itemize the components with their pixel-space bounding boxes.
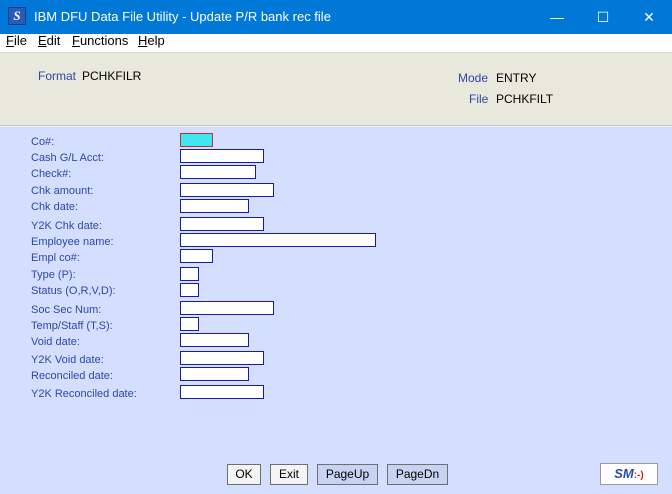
field-label-type: Type (P): (31, 269, 76, 281)
field-label-chk-amount: Chk amount: (31, 185, 94, 197)
cash-gl-acct-field[interactable] (180, 149, 264, 163)
status-field[interactable] (180, 283, 199, 297)
field-label-y2k-reconciled-date: Y2K Reconciled date: (31, 388, 137, 400)
field-label-reconciled-date: Reconciled date: (31, 370, 113, 382)
field-label-check-number: Check#: (31, 168, 72, 180)
y2k-void-date-field[interactable] (180, 351, 264, 365)
field-label-y2k-void-date: Y2K Void date: (31, 354, 104, 366)
field-label-chk-date: Chk date: (31, 201, 79, 213)
temp-staff-field[interactable] (180, 317, 199, 331)
menu-functions[interactable]: Functions (72, 34, 128, 48)
co-number-field[interactable] (180, 133, 213, 147)
format-value: PCHKFILR (82, 69, 142, 83)
minimize-icon: — (550, 9, 564, 25)
y2k-reconciled-date-field[interactable] (180, 385, 264, 399)
empl-co-field[interactable] (180, 249, 213, 263)
field-label-void-date: Void date: (31, 336, 80, 348)
ok-button[interactable]: OK (227, 464, 261, 485)
type-field[interactable] (180, 267, 199, 281)
field-label-employee-name: Employee name: (31, 236, 114, 248)
record-form: Co#: Cash G/L Acct: Check#: Chk amount: … (0, 127, 672, 439)
maximize-icon: ☐ (596, 9, 610, 25)
employee-name-field[interactable] (180, 233, 376, 247)
field-label-y2k-chk-date: Y2K Chk date: (31, 220, 102, 232)
void-date-field[interactable] (180, 333, 249, 347)
format-header-panel: Format PCHKFILR Mode ENTRY File PCHKFILT (0, 53, 672, 126)
menu-help[interactable]: Help (138, 34, 165, 48)
file-label: File (469, 92, 489, 106)
sm-logo-text: SM (614, 466, 634, 481)
exit-button[interactable]: Exit (270, 464, 308, 485)
reconciled-date-field[interactable] (180, 367, 249, 381)
title-bar: S IBM DFU Data File Utility - Update P/R… (0, 0, 672, 34)
soc-sec-num-field[interactable] (180, 301, 274, 315)
minimize-button[interactable]: — (534, 0, 580, 34)
app-icon-letter: S (9, 8, 25, 24)
chk-date-field[interactable] (180, 199, 249, 213)
mode-value: ENTRY (496, 71, 537, 85)
sm-logo-smile: :-) (633, 470, 644, 481)
pageup-button[interactable]: PageUp (317, 464, 378, 485)
field-label-temp-staff: Temp/Staff (T,S): (31, 320, 113, 332)
file-value: PCHKFILT (496, 92, 554, 106)
button-bar: OK Exit PageUp PageDn SM:-) (0, 439, 672, 494)
window-title: IBM DFU Data File Utility - Update P/R b… (34, 9, 331, 24)
maximize-button[interactable]: ☐ (580, 0, 626, 34)
chk-amount-field[interactable] (180, 183, 274, 197)
field-label-cash-gl-acct: Cash G/L Acct: (31, 152, 104, 164)
check-number-field[interactable] (180, 165, 256, 179)
menu-edit[interactable]: Edit (38, 34, 60, 48)
menu-file[interactable]: File (6, 34, 27, 48)
y2k-chk-date-field[interactable] (180, 217, 264, 231)
field-label-soc-sec-num: Soc Sec Num: (31, 304, 102, 316)
app-icon[interactable]: S (8, 7, 26, 25)
close-button[interactable]: ✕ (626, 0, 672, 34)
field-label-co: Co#: (31, 136, 55, 148)
sm-logo: SM:-) (600, 463, 658, 485)
field-label-status: Status (O,R,V,D): (31, 285, 116, 297)
field-label-empl-co: Empl co#: (31, 252, 80, 264)
format-label: Format (38, 69, 77, 83)
close-icon: ✕ (643, 9, 655, 25)
menu-bar: File Edit Functions Help (0, 34, 672, 53)
pagedn-button[interactable]: PageDn (387, 464, 448, 485)
mode-label: Mode (458, 71, 489, 85)
